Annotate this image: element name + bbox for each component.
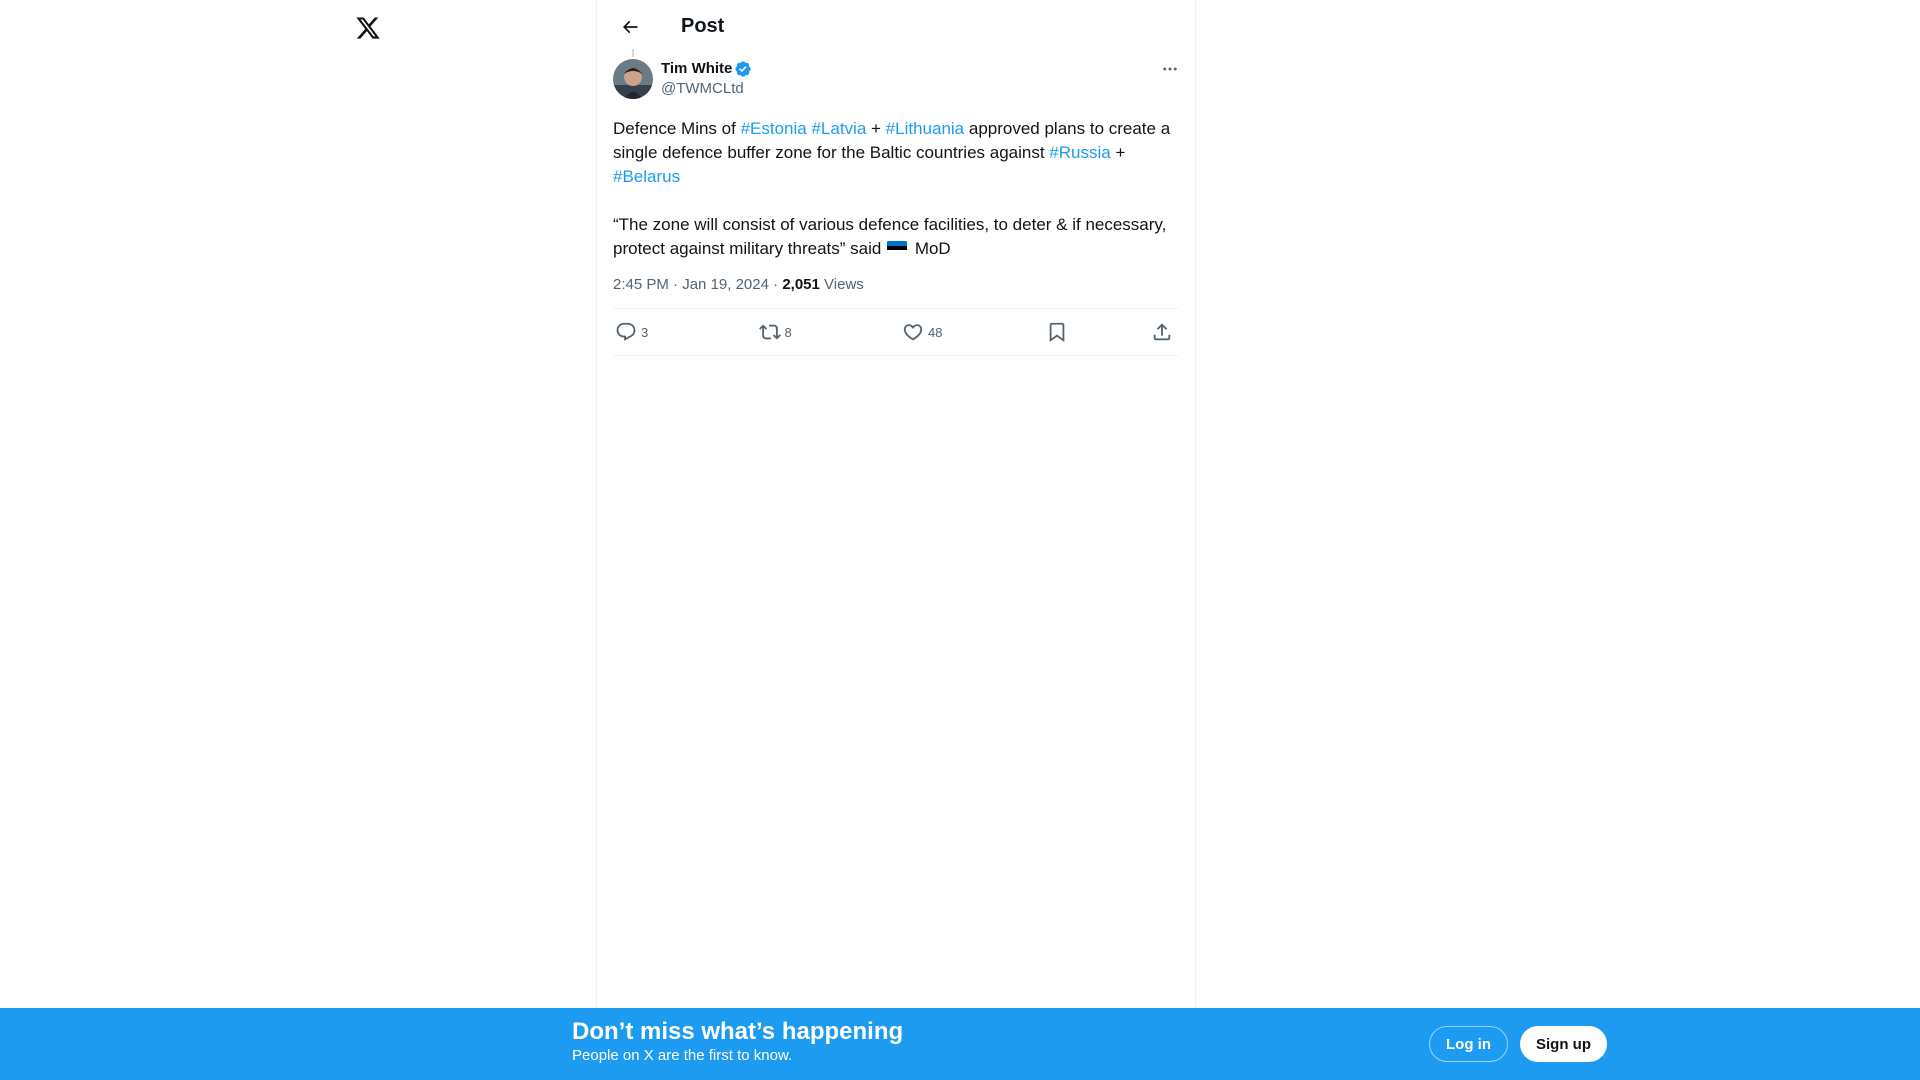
repost-icon xyxy=(758,324,781,340)
back-button[interactable] xyxy=(613,10,647,44)
more-button[interactable] xyxy=(1153,52,1187,86)
more-icon xyxy=(1163,67,1177,71)
like-icon xyxy=(903,324,923,341)
signup-banner: Don’t miss what’s happening People on X … xyxy=(0,1008,1920,1080)
banner-title: Don’t miss what’s happening xyxy=(572,1018,904,1045)
main-column: Post Tim White @TWMCLtd Defence Mins of … xyxy=(596,0,1196,1080)
hashtag-link[interactable]: #Latvia xyxy=(811,119,866,138)
author-name[interactable]: Tim White xyxy=(661,59,732,79)
signup-button[interactable]: Sign up xyxy=(1520,1026,1607,1062)
share-icon xyxy=(1153,323,1171,341)
like-count: 48 xyxy=(928,324,943,340)
page-title: Post xyxy=(681,15,725,37)
x-logo-icon[interactable] xyxy=(350,10,386,46)
hashtag-link[interactable]: #Lithuania xyxy=(886,119,964,138)
reply-button[interactable]: 3 xyxy=(615,321,675,343)
post-header: Tim White @TWMCLtd xyxy=(613,49,1179,105)
repost-count: 8 xyxy=(784,324,792,340)
flag-stripe xyxy=(887,250,908,255)
hashtag-link[interactable]: #Russia xyxy=(1049,143,1110,162)
meta-separator: · xyxy=(673,276,679,293)
bookmark-icon xyxy=(1049,322,1064,343)
hashtag-link[interactable]: #Estonia xyxy=(741,119,807,138)
post-paragraph-1: Defence Mins of #Estonia #Latvia + #Lith… xyxy=(613,119,1175,186)
post-date[interactable]: Jan 19, 2024 xyxy=(682,276,769,293)
hashtag-link[interactable]: #Belarus xyxy=(613,167,680,186)
like-button[interactable]: 48 xyxy=(902,321,962,343)
reply-count: 3 xyxy=(641,324,649,340)
post-paragraph-2: “The zone will consist of various defenc… xyxy=(613,215,1172,258)
reply-icon xyxy=(616,322,636,341)
avatar[interactable] xyxy=(613,59,653,99)
post-text-segment: + xyxy=(1110,143,1131,162)
back-arrow-icon xyxy=(622,20,638,33)
post-text: Defence Mins of #Estonia #Latvia + #Lith… xyxy=(613,117,1179,261)
banner-buttons: Log in Sign up xyxy=(1429,1026,1607,1062)
action-bar: 3 8 48 xyxy=(613,308,1179,356)
thread-line xyxy=(632,49,634,57)
bookmark-button[interactable] xyxy=(1046,321,1068,343)
repost-button[interactable]: 8 xyxy=(758,321,819,343)
banner-subtitle: People on X are the first to know. xyxy=(572,1047,793,1064)
estonia-flag-icon xyxy=(887,241,908,255)
author-info: Tim White @TWMCLtd xyxy=(661,59,752,99)
post-meta: 2:45 PM · Jan 19, 2024 · 2,051 Views xyxy=(613,276,1179,296)
post-text-segment: Defence Mins of xyxy=(613,119,741,138)
top-bar: Post xyxy=(597,0,1195,53)
login-button[interactable]: Log in xyxy=(1429,1026,1508,1062)
author-handle[interactable]: @TWMCLtd xyxy=(661,79,752,99)
share-button[interactable] xyxy=(1151,321,1173,343)
meta-separator: · xyxy=(773,276,779,293)
post-text-segment: + xyxy=(866,119,886,138)
views-count: 2,051 xyxy=(782,276,820,293)
banner-text: Don’t miss what’s happening People on X … xyxy=(572,1018,903,1066)
post: Tim White @TWMCLtd Defence Mins of #Esto… xyxy=(597,49,1195,356)
views-label: Views xyxy=(824,276,864,293)
post-time[interactable]: 2:45 PM xyxy=(613,276,669,293)
verified-badge-icon xyxy=(735,61,752,77)
